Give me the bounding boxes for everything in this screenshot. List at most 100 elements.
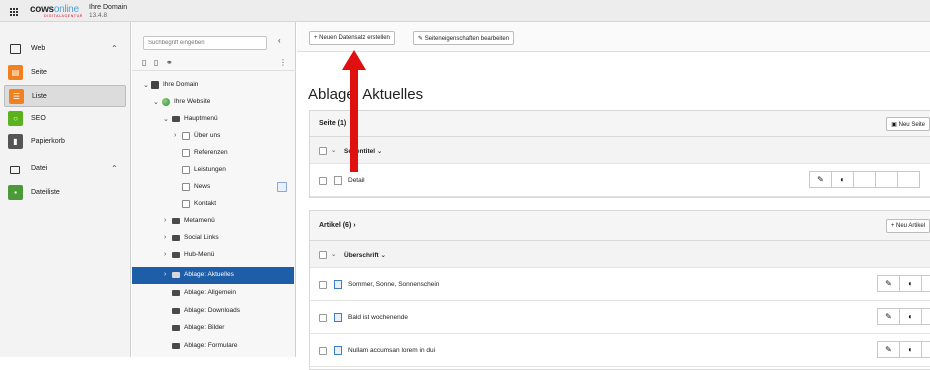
row-checkbox[interactable]	[319, 177, 327, 185]
new-record-button[interactable]: + Neuen Datensatz erstellen	[309, 31, 395, 45]
page-icon	[334, 176, 342, 185]
tree-node-folder[interactable]: Ablage: Allgemein	[132, 285, 296, 302]
chevron-down-icon[interactable]: ⌄	[153, 98, 159, 106]
action-slot[interactable]	[921, 275, 930, 292]
page-icon	[182, 166, 190, 174]
edit-icon[interactable]: ✎	[877, 308, 900, 325]
tree-node-page[interactable]: › Über uns	[132, 128, 296, 145]
module-dateiliste[interactable]: ▪ Dateiliste	[4, 182, 126, 204]
row-title[interactable]: Bald ist wochenende	[348, 314, 408, 321]
tree-node-label: Ablage: Aktuelles	[184, 271, 234, 278]
edit-icon[interactable]: ✎	[809, 171, 832, 188]
edit-icon[interactable]: ✎	[877, 341, 900, 358]
chevron-down-icon[interactable]: ⌄	[143, 81, 149, 89]
page-module-icon: ▤	[8, 65, 23, 80]
folder-icon	[172, 252, 180, 258]
new-page-icon[interactable]: ▯	[142, 58, 146, 67]
tree-node-folder[interactable]: Ablage: Formulare	[132, 338, 296, 355]
row-title[interactable]: Detail	[348, 177, 365, 184]
panel-title[interactable]: Artikel (6) ›	[319, 222, 356, 229]
page-title: Ablage: Aktuelles	[308, 86, 424, 103]
module-papierkorb[interactable]: ▮ Papierkorb	[4, 131, 126, 153]
search-module-icon: ○	[8, 111, 23, 126]
tree-node-label: Metamenü	[184, 217, 215, 224]
action-slot[interactable]	[921, 341, 930, 358]
panel-title[interactable]: Seite (1)	[319, 120, 346, 127]
chevron-down-icon[interactable]: ⌄	[163, 115, 169, 123]
table-row[interactable]: Nullam accumsan lorem in dui ✎ ◐	[310, 334, 930, 367]
tree-node-folder[interactable]: › Metamenü	[132, 213, 296, 230]
module-group-web[interactable]: Web ⌃	[0, 38, 131, 62]
select-all-checkbox[interactable]	[319, 147, 327, 155]
chevron-right-icon[interactable]: ›	[164, 234, 166, 241]
module-seo[interactable]: ○ SEO	[4, 108, 126, 130]
row-title[interactable]: Sommer, Sonne, Sonnenschein	[348, 281, 439, 288]
article-icon	[334, 280, 342, 289]
tree-node-folder[interactable]: Ablage: Bilder	[132, 320, 296, 337]
toggle-visibility-icon[interactable]: ◐	[899, 341, 922, 358]
toggle-visibility-icon[interactable]: ◐	[831, 171, 854, 188]
version: 13.4.8	[89, 11, 108, 19]
module-label: Liste	[32, 93, 47, 100]
new-artikel-button[interactable]: + Neu Artikel	[885, 219, 930, 233]
chevron-right-icon[interactable]: ›	[174, 132, 176, 139]
chevron-down-icon[interactable]: ⌄	[331, 250, 336, 258]
row-checkbox[interactable]	[319, 347, 327, 355]
column-header[interactable]: Überschrift ⌄	[344, 251, 386, 259]
top-bar: cowsonline DIGITALAGENTUR Ihre Domain 13…	[0, 0, 930, 22]
button-label: Seiteneigenschaften bearbeiten	[424, 36, 510, 42]
tree-node-folder[interactable]: Ablage: Downloads	[132, 303, 296, 320]
tree-node-page[interactable]: Kontakt	[132, 196, 296, 213]
tree-node-folder[interactable]: ⌄ Hauptmenü	[132, 111, 296, 128]
filter-icon[interactable]: ▯	[154, 58, 158, 67]
table-row[interactable]: Detail ✎ ◐	[310, 164, 930, 197]
module-liste[interactable]: ☰ Liste	[4, 85, 126, 107]
row-title[interactable]: Nullam accumsan lorem in dui	[348, 347, 435, 354]
action-slot[interactable]	[921, 308, 930, 325]
edit-page-properties-button[interactable]: ✎ Seiteneigenschaften bearbeiten	[413, 31, 515, 45]
image-icon	[10, 166, 20, 174]
tree-node-page[interactable]: Referenzen	[132, 145, 296, 162]
table-row[interactable]: Bald ist wochenende ✎ ◐	[310, 301, 930, 334]
tree-search-input[interactable]	[143, 36, 267, 50]
tree-node-folder[interactable]: › Social Links	[132, 230, 296, 247]
edit-icon[interactable]: ✎	[877, 275, 900, 292]
more-options-icon[interactable]: ⋮	[279, 58, 287, 67]
site-name: Ihre Domain	[89, 4, 128, 11]
module-label: Seite	[31, 69, 47, 76]
module-group-datei[interactable]: Datei ⌃	[0, 158, 131, 182]
toggle-visibility-icon[interactable]: ◐	[899, 308, 922, 325]
tree-node-root[interactable]: ⌄ Ihre Domain	[132, 77, 296, 94]
domain-icon	[151, 81, 159, 89]
page-icon	[182, 183, 190, 191]
toggle-visibility-icon[interactable]: ◐	[899, 275, 922, 292]
action-slot[interactable]	[875, 171, 898, 188]
chevron-up-icon[interactable]: ⌃	[111, 44, 118, 53]
tree-node-page[interactable]: Leistungen	[132, 162, 296, 179]
action-slot[interactable]	[853, 171, 876, 188]
chevron-up-icon[interactable]: ⌃	[111, 164, 118, 173]
chevron-right-icon[interactable]: ›	[164, 217, 166, 224]
tree-node-label: Referenzen	[194, 149, 228, 156]
tree-node-site[interactable]: ⌄ Ihre Website	[132, 94, 296, 111]
chevron-right-icon[interactable]: ›	[164, 251, 166, 258]
tree-node-label: News	[194, 183, 211, 190]
module-seite[interactable]: ▤ Seite	[4, 62, 126, 84]
tree-node-label: Social Links	[184, 234, 219, 241]
action-slot[interactable]	[897, 171, 920, 188]
link-icon[interactable]: ⚭	[166, 58, 173, 67]
chevron-right-icon[interactable]: ›	[164, 271, 166, 278]
tree-node-selected[interactable]: › Ablage: Aktuelles	[132, 267, 294, 284]
new-seite-button[interactable]: ▣ Neu Seite	[886, 117, 930, 131]
row-checkbox[interactable]	[319, 281, 327, 289]
panel-seite: Seite (1) ▣ Neu Seite ⌄ Seitentitel ⌄ De…	[309, 110, 930, 198]
chevron-down-icon[interactable]: ⌄	[331, 146, 336, 154]
module-menu-toggle-icon[interactable]	[10, 8, 18, 16]
row-checkbox[interactable]	[319, 314, 327, 322]
table-row[interactable]: Sommer, Sonne, Sonnenschein ✎ ◐	[310, 268, 930, 301]
collapse-tree-icon[interactable]: ‹	[278, 36, 281, 45]
logo[interactable]: cowsonline DIGITALAGENTUR	[30, 5, 83, 19]
tree-node-folder[interactable]: › Hub-Menü	[132, 247, 296, 264]
select-all-checkbox[interactable]	[319, 251, 327, 259]
tree-node-page[interactable]: News	[132, 179, 296, 196]
